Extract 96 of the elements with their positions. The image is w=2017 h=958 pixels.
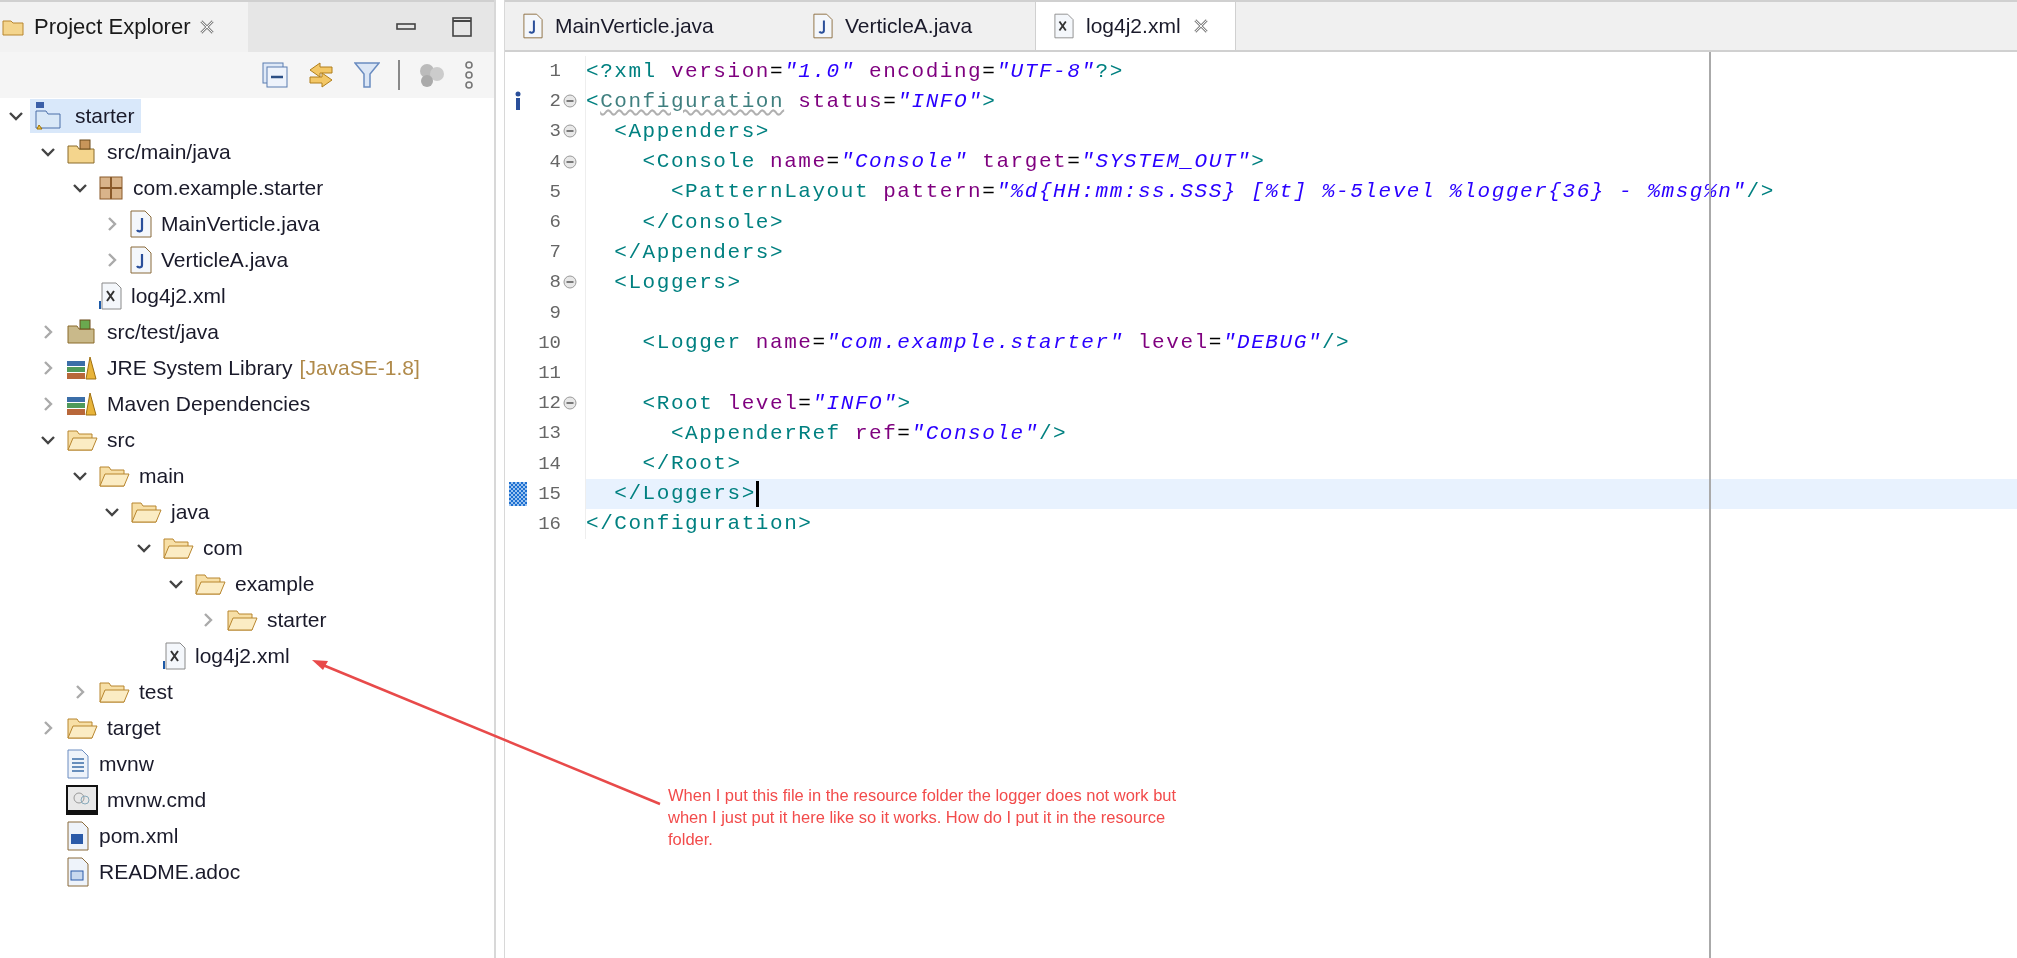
fold-icon[interactable] [563,275,577,290]
editor-tab[interactable]: VerticleA.java [795,2,1035,50]
line-number: 3 [548,120,561,143]
java-file-icon [813,13,833,39]
line-number: 1 [548,60,561,83]
line-number: 13 [537,422,561,445]
line-number: 6 [548,211,561,234]
line-number: 16 [537,512,561,535]
code-line: </Loggers> [613,482,756,506]
code-line: </Root> [641,452,742,476]
fold-icon[interactable] [563,396,577,411]
code-line: <PatternLayout pattern="%d{HH:mm:ss.SSS} [%t] %-5level %logger{36} - %msg%n"/> [669,180,1775,204]
tree-item[interactable]: src/main/java [62,135,237,169]
java-file-icon [130,246,152,274]
fold-icon[interactable] [563,154,577,169]
folder-icon [2,17,26,37]
tree-item[interactable]: starter [222,603,333,637]
xml-file-icon [162,642,186,670]
tree-item[interactable]: src [62,423,141,457]
java-file-icon [130,210,152,238]
folder-icon [98,463,130,489]
tree-item[interactable]: pom.xml [62,819,185,853]
minimize-icon[interactable] [396,22,416,32]
folder-icon [66,427,98,453]
folder-icon [162,535,194,561]
library-books-icon [66,391,98,417]
tree-item[interactable]: MainVerticle.java [126,207,326,241]
tree-item[interactable]: example [190,567,321,601]
code-line: </Configuration> [586,512,813,536]
code-line: <Console name="Console" target="SYSTEM_OUT"> [641,150,1266,174]
line-number: 9 [548,301,561,324]
code-line: <Loggers> [613,270,742,294]
line-number: 14 [537,452,561,475]
xml-file-icon [98,282,122,310]
view-menu-icon[interactable] [464,60,474,90]
editor-tab[interactable]: log4j2.xml [1035,2,1236,50]
tree-item[interactable]: mvnw.cmd [62,783,213,817]
link-arrows-icon[interactable] [306,60,336,90]
tree-item[interactable]: main [94,459,191,493]
tree-item[interactable]: java [126,495,216,529]
xml-file-icon [1054,13,1074,39]
folder-icon [226,607,258,633]
code-line: <Appenders> [613,119,770,143]
close-icon[interactable] [1192,18,1209,34]
maven-file-icon [66,821,90,851]
fold-icon[interactable] [563,94,577,109]
folder-icon [130,499,162,525]
tree-item[interactable]: com.example.starter [94,171,330,205]
collapse-all-icon[interactable] [262,62,288,88]
fold-icon[interactable] [563,124,577,139]
text-cursor [755,480,759,507]
filter-icon[interactable] [354,61,380,89]
text-file-icon [66,749,90,779]
document-file-icon [66,857,90,887]
line-number: 5 [548,180,561,203]
tree-item[interactable]: README.adoc [62,855,247,889]
source-folder-icon [66,138,98,166]
tree-item[interactable]: JRE System Library [JavaSE-1.8] [62,351,426,385]
folder-icon [98,679,130,705]
code-line: </Appenders> [613,240,785,264]
code-line: <Root level="INFO"> [641,391,912,415]
tree-item[interactable]: Maven Dependencies [62,387,317,421]
java-file-icon [523,13,543,39]
test-folder-icon [66,318,98,346]
folder-icon [66,715,98,741]
annotation-note: When I put this file in the resource folder the logger does not work but when I just put it here like so it works. How do I put it in the resource folder. [668,785,1178,850]
library-books-icon [66,355,98,381]
tree-item[interactable]: starter [30,99,141,133]
tree-item[interactable]: mvnw [62,747,160,781]
maximize-icon[interactable] [452,17,472,37]
code-line: <AppenderRef ref="Console"/> [669,421,1068,445]
code-line: <?xml version="1.0" encoding="UTF-8"?> [586,59,1124,83]
code-line: <Configuration status="INFO"> [586,89,997,113]
tree-item[interactable]: log4j2.xml [158,639,296,673]
line-number: 10 [537,331,561,354]
editor-tab[interactable]: MainVerticle.java [505,2,795,50]
package-icon [98,175,124,201]
line-number: 8 [548,271,561,294]
line-number: 15 [537,482,561,505]
command-window-icon [66,785,98,815]
tree-item[interactable]: src/test/java [62,315,226,349]
line-number: 11 [537,361,561,384]
code-line: </Console> [641,210,785,234]
line-number: 4 [548,150,561,173]
tree-item[interactable]: log4j2.xml [94,279,232,313]
line-number: 12 [537,392,561,415]
tree-item[interactable]: com [158,531,249,565]
line-number: 2 [548,90,561,113]
tree-item[interactable]: target [62,711,167,745]
code-line: <Logger name="com.example.starter" level="DEBUG"/> [641,331,1351,355]
line-number: 7 [548,241,561,264]
close-icon[interactable] [198,19,215,35]
folder-icon [194,571,226,597]
tree-item[interactable]: test [94,675,179,709]
tree-item[interactable]: VerticleA.java [126,243,295,277]
view-tab[interactable]: Project Explorer [0,2,248,52]
